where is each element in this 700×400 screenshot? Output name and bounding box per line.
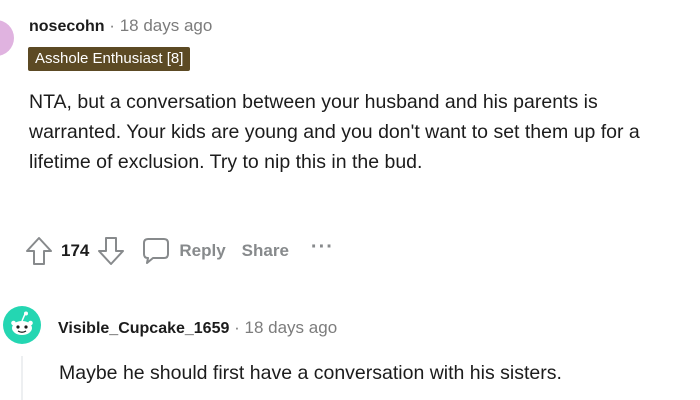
user-flair-badge: Asshole Enthusiast [8] — [28, 47, 191, 71]
reply-timestamp[interactable]: 18 days ago — [245, 318, 338, 337]
share-button[interactable]: Share — [242, 241, 289, 261]
share-label: Share — [241, 241, 289, 260]
comment-action-bar: 174 Reply Share ··· — [25, 232, 334, 270]
comment-bubble-icon — [141, 236, 171, 266]
reply-meta: Visible_Cupcake_1659 · 18 days ago — [58, 316, 337, 341]
meta-separator: · — [109, 16, 115, 35]
thread-collapse-line[interactable] — [21, 356, 23, 400]
reply-body: Maybe he should first have a conversatio… — [59, 362, 562, 384]
comment-meta: nosecohn · 18 days ago — [29, 14, 212, 39]
avatar[interactable] — [0, 20, 14, 56]
upvote-arrow-icon[interactable] — [25, 236, 53, 266]
comment-body: NTA, but a conversation between your hus… — [29, 91, 640, 173]
meta-separator: · — [234, 318, 240, 337]
comment-timestamp[interactable]: 18 days ago — [120, 16, 213, 35]
vote-count: 174 — [61, 241, 90, 260]
downvote-arrow-icon[interactable] — [97, 236, 125, 266]
comment-author[interactable]: nosecohn — [29, 18, 105, 35]
comment-thread: nosecohn · 18 days ago Asshole Enthusias… — [0, 0, 700, 400]
reply-author[interactable]: Visible_Cupcake_1659 — [58, 320, 229, 337]
reply-label: Reply — [179, 241, 226, 260]
more-dots-icon[interactable]: ··· — [311, 237, 334, 260]
reply-button[interactable]: Reply — [141, 236, 226, 266]
snoo-avatar[interactable] — [3, 306, 41, 344]
